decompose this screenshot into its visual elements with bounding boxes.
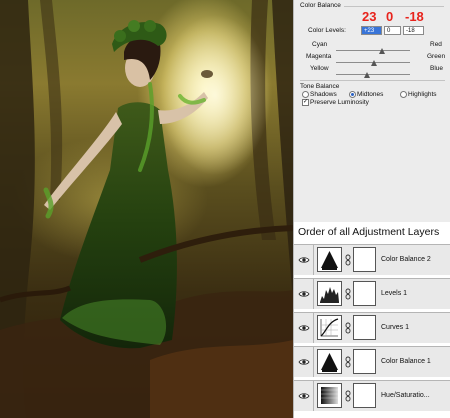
- layer-row-color-balance-2[interactable]: Color Balance 2: [294, 244, 450, 275]
- preserve-luminosity-label: Preserve Luminosity: [310, 99, 369, 106]
- forest-woman-photo: [0, 0, 293, 418]
- midtones-label: Midtones: [357, 91, 384, 98]
- cyan-red-slider-thumb[interactable]: [379, 48, 385, 54]
- levels-histogram-icon: [317, 281, 342, 306]
- tone-divider: [300, 80, 445, 81]
- layer-mask-thumbnail[interactable]: [353, 349, 376, 374]
- eye-icon[interactable]: [298, 356, 310, 368]
- callout-yellow-blue: -18: [405, 9, 424, 24]
- eye-icon[interactable]: [298, 322, 310, 334]
- yellow-blue-slider[interactable]: [336, 74, 410, 75]
- highlights-radio[interactable]: [400, 91, 407, 98]
- row-divider: [313, 347, 314, 377]
- row-divider: [313, 313, 314, 343]
- layer-name[interactable]: Color Balance 2: [381, 256, 431, 263]
- color-balance-title: Color Balance: [300, 2, 341, 9]
- hue-saturation-icon: [317, 383, 342, 408]
- cyan-red-slider[interactable]: [336, 50, 410, 51]
- color-level-1-field[interactable]: +23: [361, 26, 382, 35]
- tone-balance-title: Tone Balance: [300, 83, 340, 90]
- highlights-label: Highlights: [408, 91, 437, 98]
- chain-link-icon[interactable]: [345, 356, 351, 368]
- red-label: Red: [430, 41, 442, 48]
- chain-link-icon[interactable]: [345, 322, 351, 334]
- curves-icon: [317, 315, 342, 340]
- shadows-label: Shadows: [310, 91, 337, 98]
- layer-row-hue-saturation[interactable]: Hue/Saturatio...: [294, 380, 450, 411]
- color-levels-label: Color Levels:: [308, 27, 346, 34]
- preserve-luminosity-checkbox[interactable]: ✓: [302, 99, 309, 106]
- layer-name[interactable]: Hue/Saturatio...: [381, 392, 430, 399]
- layer-name[interactable]: Curves 1: [381, 324, 409, 331]
- row-divider: [313, 245, 314, 275]
- eye-icon[interactable]: [298, 288, 310, 300]
- chain-link-icon[interactable]: [345, 390, 351, 402]
- eye-icon[interactable]: [298, 254, 310, 266]
- cyan-label: Cyan: [312, 41, 328, 48]
- callout-cyan-red: 23: [362, 9, 377, 24]
- yellow-label: Yellow: [310, 65, 329, 72]
- shadows-radio[interactable]: [302, 91, 309, 98]
- row-divider: [313, 279, 314, 309]
- yellow-blue-slider-thumb[interactable]: [364, 72, 370, 78]
- color-balance-icon: [317, 349, 342, 374]
- layer-mask-thumbnail[interactable]: [353, 281, 376, 306]
- layer-row-curves-1[interactable]: Curves 1: [294, 312, 450, 343]
- callout-magenta-green: 0: [386, 9, 394, 24]
- layer-mask-thumbnail[interactable]: [353, 247, 376, 272]
- color-level-2-field[interactable]: 0: [384, 26, 401, 35]
- layers-heading: Order of all Adjustment Layers: [298, 226, 440, 238]
- layer-mask-thumbnail[interactable]: [353, 383, 376, 408]
- chain-link-icon[interactable]: [345, 288, 351, 300]
- magenta-green-slider-thumb[interactable]: [371, 60, 377, 66]
- layer-row-color-balance-1[interactable]: Color Balance 1: [294, 346, 450, 377]
- midtones-radio[interactable]: [349, 91, 356, 98]
- eye-icon[interactable]: [298, 390, 310, 402]
- green-label: Green: [427, 53, 446, 60]
- layers-panel: Order of all Adjustment Layers Color Bal…: [294, 222, 450, 418]
- color-level-3-field[interactable]: -18: [403, 26, 424, 35]
- blue-label: Blue: [430, 65, 444, 72]
- color-balance-dialog: Color Balance 23 0 -18 Color Levels: +23…: [294, 0, 450, 222]
- title-divider: [344, 6, 444, 7]
- row-divider: [313, 381, 314, 411]
- color-balance-icon: [317, 247, 342, 272]
- chain-link-icon[interactable]: [345, 254, 351, 266]
- layer-row-levels-1[interactable]: Levels 1: [294, 278, 450, 309]
- photo-artwork: [0, 0, 293, 418]
- layer-mask-thumbnail[interactable]: [353, 315, 376, 340]
- photoshop-panel: Color Balance 23 0 -18 Color Levels: +23…: [293, 0, 450, 418]
- magenta-label: Magenta: [306, 53, 332, 60]
- layer-name[interactable]: Color Balance 1: [381, 358, 431, 365]
- layer-name[interactable]: Levels 1: [381, 290, 407, 297]
